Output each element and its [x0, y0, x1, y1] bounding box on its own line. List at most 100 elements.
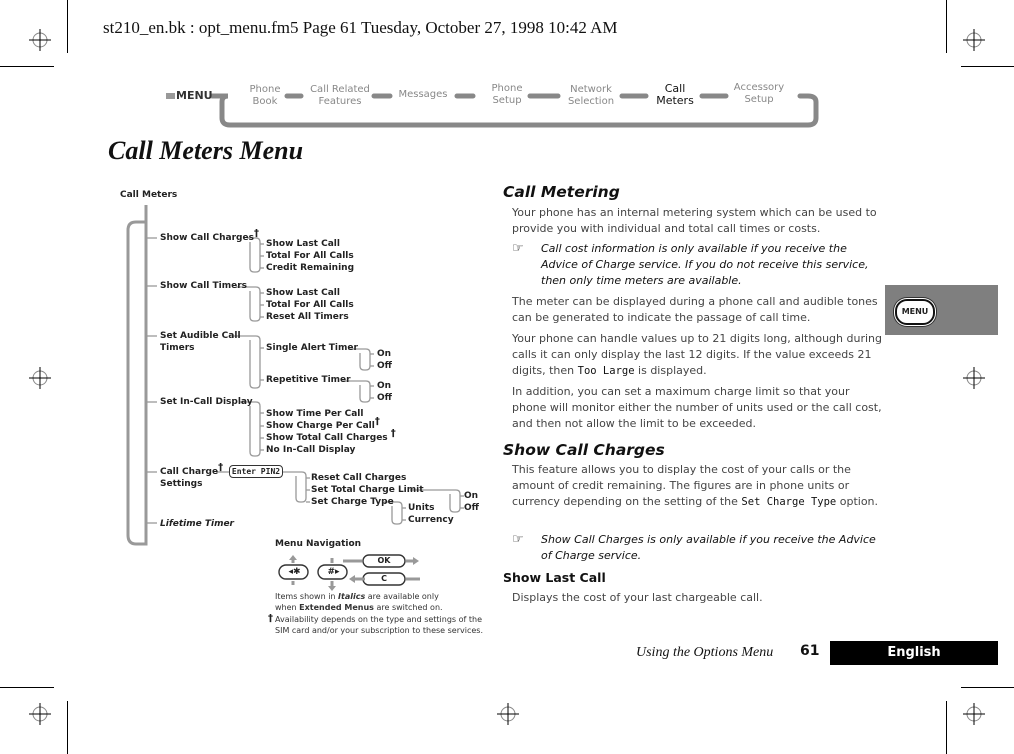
- nav-item-call-meters: Call Meters: [648, 83, 702, 107]
- crop-mark: [946, 701, 947, 754]
- heading-call-metering: Call Metering: [503, 183, 620, 201]
- menu-tree-diagram: [126, 205, 464, 591]
- page-number: 61: [800, 643, 820, 659]
- registration-mark-icon: [963, 29, 985, 51]
- crop-mark: [946, 0, 947, 53]
- tree-option-on: On: [464, 491, 479, 501]
- c-key-icon: C: [381, 574, 387, 583]
- legend-text: are available only: [365, 592, 439, 601]
- tree-subitem: Credit Remaining: [266, 263, 355, 273]
- footer-section-title: Using the Options Menu: [636, 645, 774, 660]
- crop-mark: [67, 701, 68, 754]
- tree-subitem: Total For All Calls: [266, 300, 354, 310]
- paragraph: This feature allows you to display the c…: [512, 462, 882, 510]
- tree-subitem: Show Total Call Charges †: [266, 429, 396, 444]
- tree-option-off: Off: [377, 393, 392, 403]
- tree-subitem: Total For All Calls: [266, 251, 354, 261]
- dagger-mark: †: [374, 416, 380, 427]
- tree-subitem: Show Last Call: [266, 288, 340, 298]
- legend-text: Items shown in: [275, 592, 339, 601]
- menu-key-icon: MENU: [895, 299, 935, 325]
- dagger-mark: †: [390, 428, 396, 439]
- registration-mark-icon: [497, 703, 519, 725]
- tree-label: Call Charge: [160, 467, 219, 477]
- tree-option-on: On: [377, 381, 392, 391]
- tree-label: Timers: [160, 343, 195, 353]
- tree-subitem: Set Charge Type: [311, 497, 394, 507]
- paragraph-text: option.: [836, 495, 879, 508]
- tree-item-set-audible-call-timers: Set Audible Call Timers: [160, 330, 241, 354]
- legend-dagger-note: Availability depends on the type and set…: [275, 614, 483, 636]
- note: ☞ Call cost information is only available…: [512, 241, 884, 289]
- legend-text: SIM card and/or your subscription to the…: [275, 626, 483, 635]
- tree-subitem: Set Total Charge Limit: [311, 485, 424, 495]
- crop-mark: [961, 687, 1014, 688]
- tree-label: Settings: [160, 479, 203, 489]
- tree-subitem: Show Last Call: [266, 239, 340, 249]
- display-text: Too Large: [577, 365, 635, 377]
- registration-mark-icon: [29, 703, 51, 725]
- tree-subitem: Show Charge Per Call†: [266, 417, 380, 432]
- tree-item-call-charge-settings: Call Charge† Settings: [160, 463, 223, 490]
- tree-label: Show Total Call Charges: [266, 433, 388, 443]
- paragraph-text: is displayed.: [634, 364, 707, 377]
- side-tab: MENU: [885, 285, 998, 335]
- paragraph: Displays the cost of your last chargeabl…: [512, 591, 763, 604]
- tree-option-off: Off: [464, 503, 479, 513]
- tree-label: Show Charge Per Call: [266, 421, 375, 431]
- dagger-mark: †: [218, 462, 224, 473]
- menu-navigation-title: Menu Navigation: [275, 539, 362, 549]
- tree-subitem: Reset Call Charges: [311, 473, 407, 483]
- tree-label: Show Call Charges: [160, 233, 254, 243]
- pin2-prompt: Enter PIN2: [229, 465, 283, 478]
- legend-text: Availability depends on the type and set…: [275, 615, 483, 624]
- tree-item-show-call-charges: Show Call Charges†: [160, 229, 259, 244]
- hash-right-key-icon: #▸: [327, 567, 340, 577]
- legend-text: Italics: [338, 592, 366, 601]
- nav-item-label: Meters: [656, 94, 694, 107]
- note-text: Show Call Charges is only available if y…: [541, 533, 876, 562]
- note: ☞ Show Call Charges is only available if …: [512, 532, 884, 564]
- legend-text: Extended Menus: [299, 603, 374, 612]
- tree-subitem: Show Time Per Call: [266, 409, 364, 419]
- nav-item-label: Network: [570, 84, 612, 95]
- nav-item-network-selection: Network Selection: [560, 84, 622, 108]
- paragraph: Your phone has an internal metering syst…: [512, 206, 877, 235]
- tree-item-lifetime-timer: Lifetime Timer: [160, 519, 234, 529]
- nav-item-label: Setup: [744, 94, 774, 105]
- note-text: Call cost information is only available …: [541, 242, 869, 287]
- dagger-mark: †: [253, 228, 259, 239]
- tree-option-on: On: [377, 349, 392, 359]
- display-text: Set Charge Type: [741, 496, 837, 508]
- paragraph: In addition, you can set a maximum charg…: [512, 385, 882, 430]
- tree-option-off: Off: [377, 361, 392, 371]
- pointing-hand-note-icon: ☞: [512, 241, 524, 256]
- pointing-hand-note-icon: ☞: [512, 532, 524, 547]
- crop-mark: [961, 66, 1014, 67]
- left-star-key-icon: ◂✱: [288, 567, 301, 577]
- registration-mark-icon: [963, 367, 985, 389]
- registration-mark-icon: [963, 703, 985, 725]
- legend-text: are switched on.: [373, 603, 443, 612]
- tree-option-units: Units: [408, 503, 435, 513]
- nav-item-label: Selection: [567, 96, 615, 107]
- tree-item-show-call-timers: Show Call Timers: [160, 281, 248, 291]
- paragraph: Your phone can handle values up to 21 di…: [512, 331, 882, 379]
- tree-label: Set Audible Call: [160, 331, 241, 341]
- dagger-mark: †: [268, 613, 273, 624]
- language-tab: English: [830, 641, 998, 665]
- nav-item-accessory-setup: Accessory Setup: [726, 82, 792, 106]
- nav-item-label: Accessory: [733, 82, 785, 93]
- tree-subitem: Repetitive Timer: [266, 375, 351, 385]
- tree-subitem: Reset All Timers: [266, 312, 349, 322]
- tree-subitem: No In-Call Display: [266, 445, 356, 455]
- heading-show-call-charges: Show Call Charges: [503, 441, 665, 459]
- tree-item-set-in-call-display: Set In-Call Display: [160, 397, 253, 407]
- ok-key-icon: OK: [377, 556, 391, 565]
- tree-option-currency: Currency: [408, 515, 454, 525]
- legend-italics-note: Items shown in Italics are available onl…: [275, 591, 443, 613]
- crop-mark: [0, 687, 54, 688]
- tree-root: Call Meters: [120, 190, 178, 200]
- tree-subitem: Single Alert Timer: [266, 343, 358, 353]
- paragraph: The meter can be displayed during a phon…: [512, 295, 878, 324]
